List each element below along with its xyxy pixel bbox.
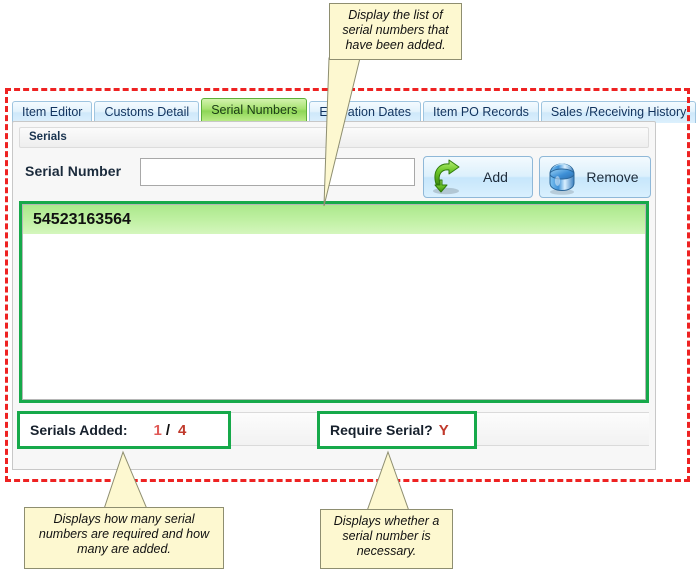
serial-entry-row: Serial Number Add Remove [19, 152, 651, 198]
serial-value: 54523163564 [33, 211, 131, 228]
serial-number-label: Serial Number [25, 163, 122, 179]
add-button[interactable]: Add [423, 156, 533, 198]
serials-list-highlight: 54523163564 [19, 201, 649, 403]
tab-label: Serial Numbers [211, 103, 298, 117]
tab-sales-receiving-history[interactable]: Sales /Receiving History [540, 101, 697, 123]
serials-list[interactable]: 54523163564 [22, 204, 646, 400]
callout-top: Display the list of serial numbers that … [329, 3, 462, 60]
status-bar: Serials Added: 1 / 4 Require Serial? Y [17, 411, 649, 449]
require-serial-value: Y [438, 421, 449, 439]
tab-label: Item PO Records [433, 105, 529, 119]
serial-numbers-window: Item Editor Customs Detail Serial Number… [12, 98, 697, 470]
tab-expiration-dates[interactable]: Expiration Dates [309, 101, 422, 123]
tab-strip: Item Editor Customs Detail Serial Number… [12, 98, 697, 123]
serials-group-header: Serials [19, 127, 649, 148]
remove-button-label: Remove [586, 169, 639, 185]
tab-label: Customs Detail [104, 105, 190, 119]
tab-label: Expiration Dates [319, 105, 412, 119]
tab-serial-numbers[interactable]: Serial Numbers [201, 98, 308, 122]
group-header-label: Serials [29, 131, 67, 143]
blue-database-cylinder-icon [549, 163, 575, 195]
tab-label: Sales /Receiving History [550, 105, 687, 119]
serials-added-highlight: Serials Added: 1 / 4 [17, 411, 231, 449]
require-serial-highlight: Require Serial? Y [317, 411, 477, 449]
serials-added-separator: / [165, 421, 171, 439]
tab-item-editor[interactable]: Item Editor [12, 101, 93, 123]
serials-panel: Serials Serial Number Add Remove 5452316… [12, 121, 656, 470]
tab-customs-detail[interactable]: Customs Detail [94, 101, 200, 123]
remove-button[interactable]: Remove [539, 156, 651, 198]
serials-added-total: 4 [178, 421, 187, 439]
callout-bottom-right: Displays whether a serial number is nece… [320, 509, 453, 569]
serials-added-label: Serials Added: [30, 422, 128, 438]
add-button-label: Add [483, 169, 508, 185]
callout-bottom-left: Displays how many serial numbers are req… [24, 507, 224, 569]
require-serial-label: Require Serial? [330, 422, 433, 438]
list-item[interactable]: 54523163564 [23, 205, 645, 234]
serial-number-input[interactable] [140, 158, 415, 186]
green-curved-down-arrow-icon [433, 159, 460, 195]
tab-label: Item Editor [22, 105, 83, 119]
tab-item-po-records[interactable]: Item PO Records [423, 101, 539, 123]
serials-added-count: 1 [153, 421, 162, 439]
